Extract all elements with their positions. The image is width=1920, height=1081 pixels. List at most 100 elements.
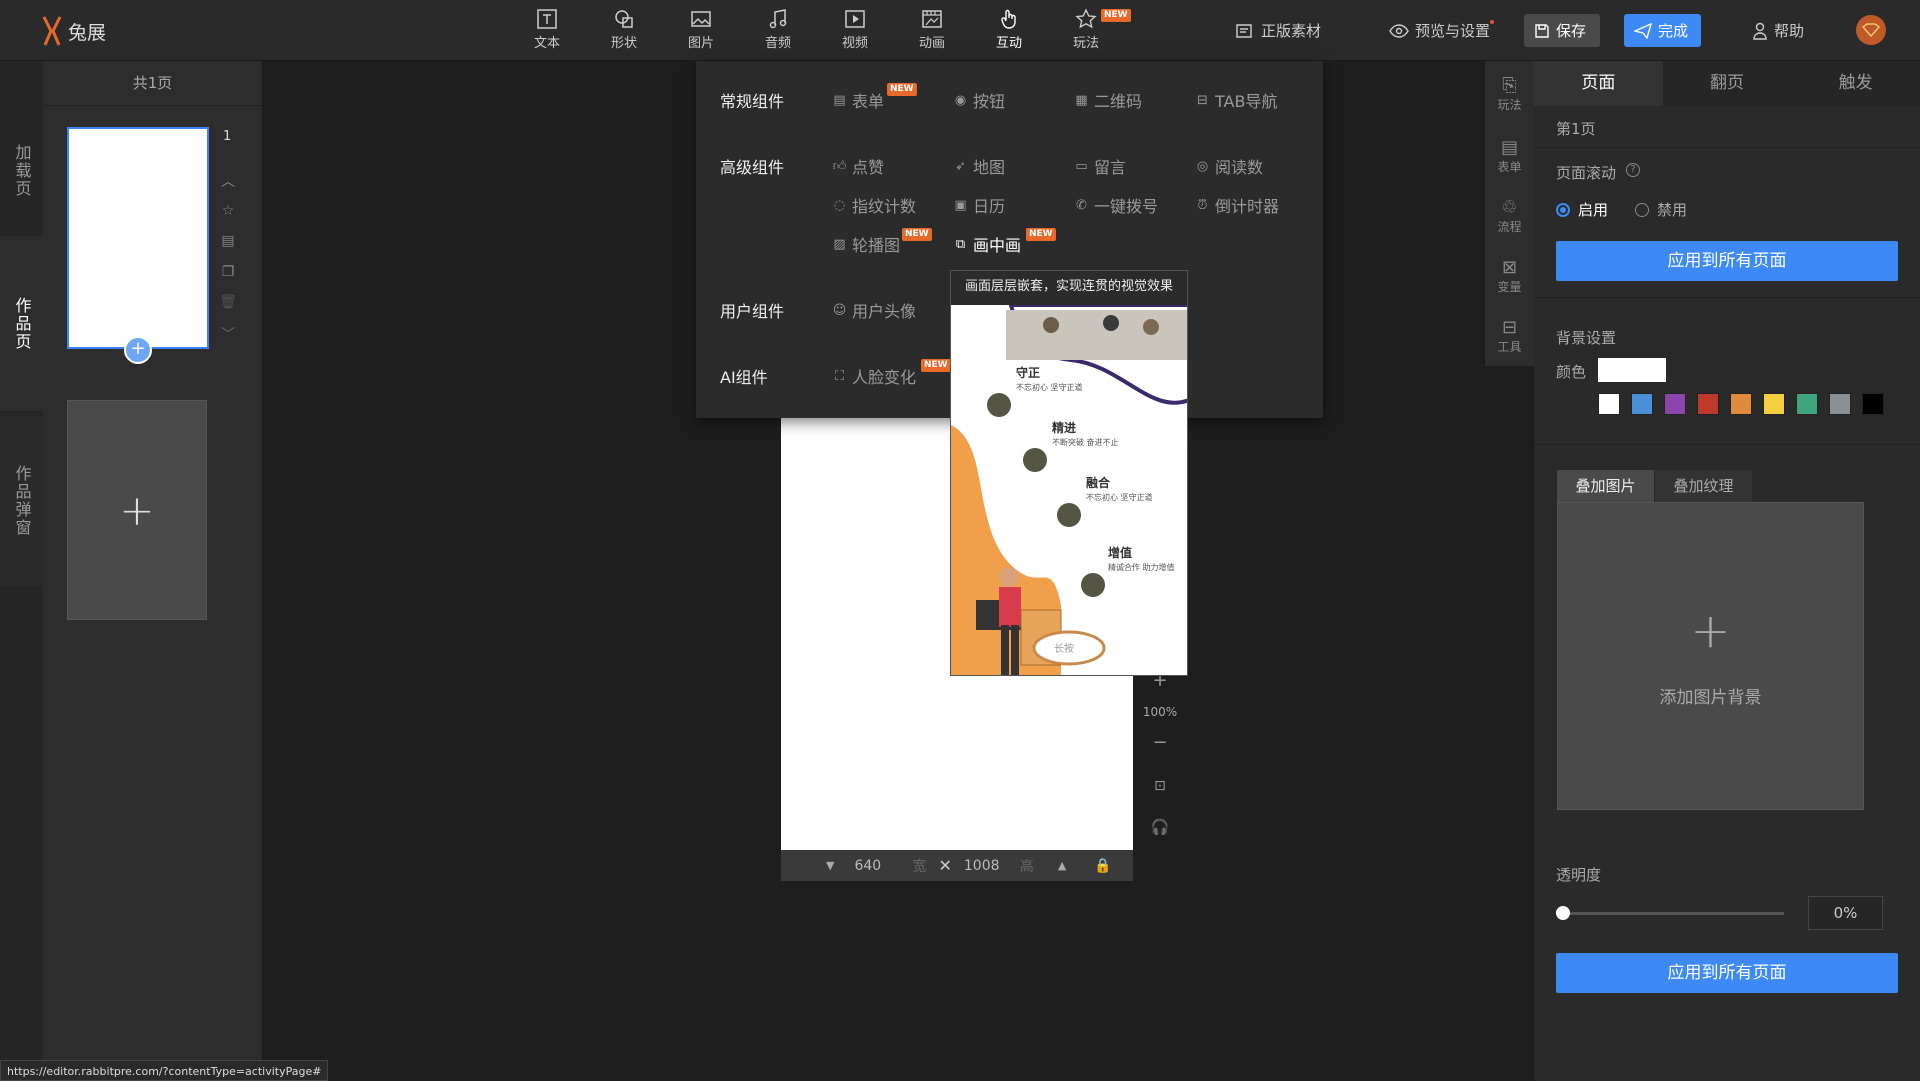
- height-input[interactable]: 1008: [964, 858, 1014, 874]
- tool-video[interactable]: 视频: [825, 8, 885, 51]
- move-down-icon[interactable]: ﹀: [219, 324, 237, 343]
- pip-icon: ⧉: [955, 236, 966, 252]
- genuine-material-label: 正版素材: [1261, 22, 1322, 40]
- component-qrcode[interactable]: ▦ 二维码: [1074, 88, 1142, 112]
- lock-icon[interactable]: 🔒: [1094, 858, 1111, 874]
- tab-work-page[interactable]: 作品页: [0, 236, 43, 411]
- right-tool-label: 玩法: [1497, 98, 1522, 112]
- help-button[interactable]: 帮助: [1742, 14, 1814, 47]
- template-icon[interactable]: ▤: [219, 233, 237, 251]
- component-fingerprint[interactable]: ◌ 指纹计数: [832, 193, 916, 217]
- color-swatch[interactable]: [1763, 393, 1785, 415]
- tool-interaction[interactable]: 互动: [979, 8, 1039, 51]
- item-label: 地图: [973, 158, 1006, 177]
- component-message[interactable]: ▭ 留言: [1074, 154, 1126, 178]
- tab-page-turn[interactable]: 翻页: [1662, 61, 1792, 106]
- preview-entry-title: 增值: [1108, 546, 1133, 560]
- right-tool-form[interactable]: ▤ 表单: [1485, 137, 1534, 175]
- right-tool-gameplay[interactable]: ⎘ 玩法: [1485, 75, 1534, 113]
- component-read-count[interactable]: ◎ 阅读数: [1195, 154, 1263, 178]
- tool-image[interactable]: 图片: [671, 8, 731, 51]
- component-button[interactable]: ◉ 按钮: [953, 88, 1005, 112]
- color-swatch[interactable]: [1631, 393, 1653, 415]
- tool-text[interactable]: 文本: [517, 8, 577, 51]
- right-tool-tools[interactable]: ⊟ 工具: [1485, 317, 1534, 355]
- color-swatch[interactable]: [1862, 393, 1884, 415]
- delete-icon[interactable]: 🗑: [219, 294, 237, 312]
- component-user-avatar[interactable]: ☺ 用户头像: [832, 298, 916, 322]
- component-like[interactable]: 👍︎ 点赞: [832, 154, 884, 178]
- copy-icon[interactable]: ❐: [219, 264, 237, 282]
- component-picture-in-picture[interactable]: ⧉ 画中画: [953, 232, 1021, 256]
- user-avatar[interactable]: [1856, 15, 1886, 45]
- tab-trigger[interactable]: 触发: [1791, 61, 1920, 106]
- color-picker[interactable]: [1598, 358, 1666, 382]
- color-swatch[interactable]: [1796, 393, 1818, 415]
- color-swatch[interactable]: [1664, 393, 1686, 415]
- play-preview-icon[interactable]: ⊡: [1148, 778, 1172, 794]
- opacity-slider-handle[interactable]: [1556, 906, 1570, 920]
- toolbox-icon: ⊟: [1501, 317, 1518, 338]
- link-icon[interactable]: ✕: [938, 856, 951, 875]
- done-button[interactable]: 完成: [1624, 14, 1701, 47]
- face-scan-icon: ⛶: [834, 368, 845, 384]
- save-button[interactable]: 保存: [1524, 14, 1600, 47]
- color-swatch[interactable]: [1598, 393, 1620, 415]
- item-label: 表单: [852, 92, 885, 111]
- tab-page[interactable]: 页面: [1534, 61, 1663, 106]
- genuine-material-button[interactable]: 正版素材: [1225, 14, 1331, 47]
- preview-settings-button[interactable]: 预览与设置: [1379, 14, 1500, 47]
- apply-all-pages-button-2[interactable]: 应用到所有页面: [1556, 953, 1898, 993]
- component-form[interactable]: ▤ 表单: [832, 88, 884, 112]
- text-icon: [537, 9, 557, 29]
- page-thumbnail[interactable]: [67, 127, 209, 349]
- tab-overlay-texture[interactable]: 叠加纹理: [1655, 470, 1752, 502]
- radio-selected-icon: [1556, 202, 1570, 217]
- apply-all-pages-button[interactable]: 应用到所有页面: [1556, 241, 1898, 281]
- radio-label: 禁用: [1657, 201, 1688, 219]
- category-advanced: 高级组件: [720, 158, 785, 177]
- right-tool-flow[interactable]: ♲ 流程: [1485, 197, 1534, 235]
- preview-illustration: [951, 305, 1187, 675]
- color-swatch[interactable]: [1697, 393, 1719, 415]
- component-countdown[interactable]: ⏰︎ 倒计时器: [1195, 193, 1279, 217]
- color-swatch[interactable]: [1829, 393, 1851, 415]
- opacity-input[interactable]: 0%: [1808, 896, 1883, 930]
- app-logo[interactable]: 兔展: [40, 12, 106, 50]
- tool-animation[interactable]: 动画: [902, 8, 962, 51]
- tab-work-popup[interactable]: 作品弹窗: [0, 416, 43, 586]
- item-label: 留言: [1094, 158, 1127, 177]
- radio-disable[interactable]: 禁用: [1635, 199, 1687, 220]
- right-tool-variable[interactable]: ⊠ 变量: [1485, 257, 1534, 295]
- component-tab-nav[interactable]: ⊟ TAB导航: [1195, 88, 1277, 112]
- component-dial[interactable]: ✆ 一键拨号: [1074, 193, 1158, 217]
- component-calendar[interactable]: ▣ 日历: [953, 193, 1005, 217]
- expand-icon[interactable]: ▲: [1058, 859, 1066, 872]
- tool-shape[interactable]: 形状: [594, 8, 654, 51]
- pages-count: 共1页: [43, 61, 262, 106]
- component-carousel[interactable]: ▨ 轮播图: [832, 232, 900, 256]
- tab-overlay-image[interactable]: 叠加图片: [1557, 470, 1654, 502]
- tool-label: 动画: [918, 36, 945, 51]
- add-page-button[interactable]: +: [67, 400, 207, 620]
- add-page-below-button[interactable]: +: [124, 336, 152, 364]
- component-face-change[interactable]: ⛶ 人脸变化: [832, 364, 916, 388]
- zoom-out-icon[interactable]: −: [1148, 732, 1172, 753]
- add-bg-image-area[interactable]: + 添加图片背景: [1557, 502, 1864, 810]
- opacity-slider[interactable]: [1564, 912, 1784, 915]
- page-title: 第1页: [1556, 120, 1596, 138]
- tool-audio[interactable]: 音频: [748, 8, 808, 51]
- component-map[interactable]: ➶ 地图: [953, 154, 1005, 178]
- color-swatch[interactable]: [1730, 393, 1752, 415]
- item-label: 指纹计数: [852, 197, 917, 216]
- tab-loading-page[interactable]: 加载页: [0, 106, 43, 236]
- help-icon[interactable]: ?: [1626, 163, 1640, 177]
- radio-enable[interactable]: 启用: [1556, 199, 1608, 220]
- right-tool-label: 变量: [1497, 280, 1522, 294]
- headset-icon[interactable]: 🎧: [1148, 818, 1172, 836]
- dropdown-icon[interactable]: ▼: [826, 859, 834, 872]
- move-up-icon[interactable]: ︿: [219, 171, 237, 190]
- star-icon[interactable]: ☆: [219, 203, 237, 221]
- width-input[interactable]: 640: [854, 858, 894, 874]
- hand-icon: [1001, 9, 1016, 29]
